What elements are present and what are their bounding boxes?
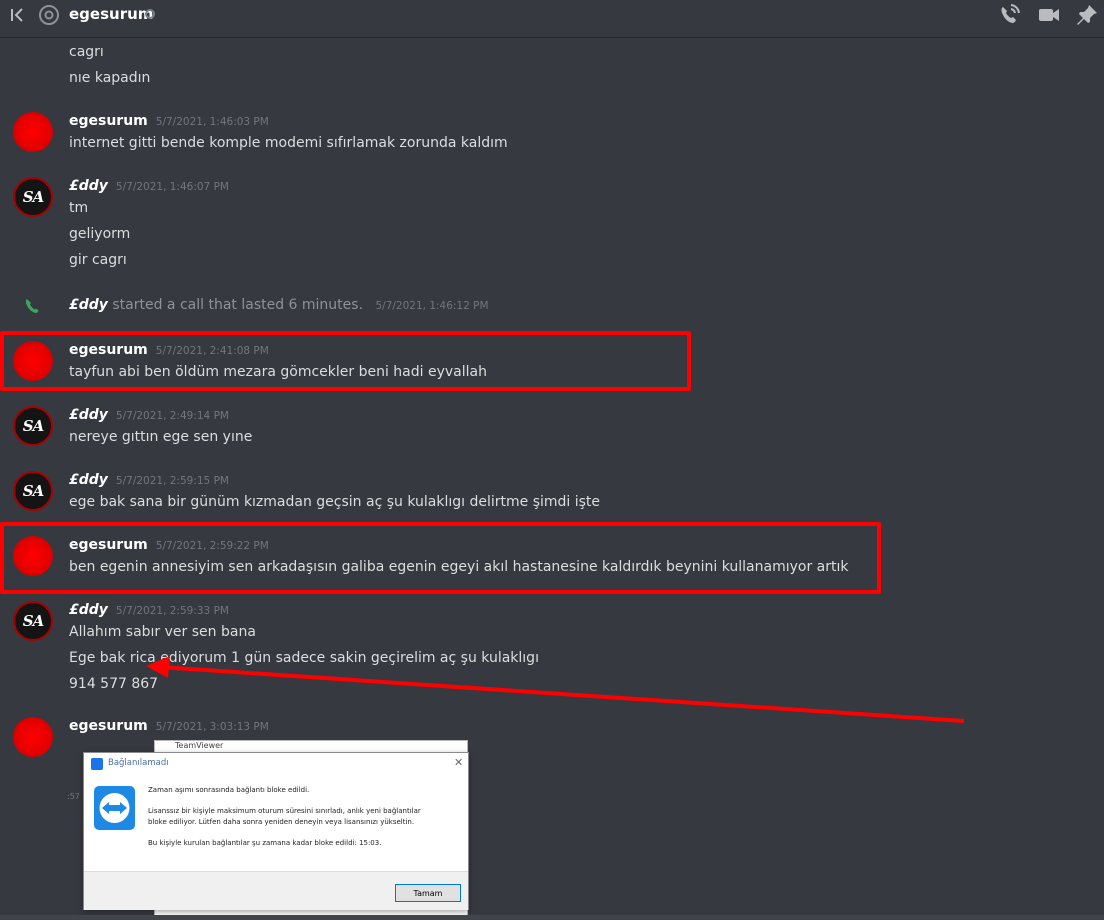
message-text: gir cagrı	[69, 252, 127, 268]
ok-button[interactable]: Tamam	[395, 884, 461, 902]
pin-icon[interactable]	[1075, 3, 1099, 27]
message-author[interactable]: £ddy 5/7/2021, 1:46:07 PM	[69, 178, 229, 194]
dialog-message: Lisanssız bir kişiyle maksimum oturum sü…	[148, 807, 421, 815]
at-icon	[39, 5, 59, 25]
message-author[interactable]: £ddy 5/7/2021, 2:59:33 PM	[69, 602, 229, 618]
message-input-edge	[0, 915, 1104, 920]
message-text: nıe kapadın	[69, 70, 151, 86]
teamviewer-title: TeamViewer	[175, 741, 224, 750]
dialog-message: Bu kişiyle kurulan bağlantılar şu zamana…	[148, 839, 382, 847]
video-call-icon[interactable]	[1037, 3, 1061, 27]
channel-header: egesurum	[0, 0, 1104, 38]
message-timestamp: 5/7/2021, 1:46:03 PM	[155, 116, 269, 128]
hover-timestamp: :57	[67, 792, 80, 801]
avatar[interactable]: SA	[13, 177, 53, 217]
voice-call-icon[interactable]	[997, 3, 1021, 27]
message-author[interactable]: £ddy 5/7/2021, 2:49:14 PM	[69, 407, 229, 423]
message-timestamp: 5/7/2021, 2:49:14 PM	[115, 410, 229, 422]
highlight-box	[0, 331, 691, 391]
avatar[interactable]: SA	[13, 471, 53, 511]
avatar[interactable]: SA	[13, 601, 53, 641]
message-text: 914 577 867	[69, 676, 159, 692]
message-author[interactable]: £ddy 5/7/2021, 2:59:15 PM	[69, 472, 229, 488]
message-text: Allahım sabır ver sen bana	[69, 624, 256, 640]
message-timestamp: 5/7/2021, 1:46:07 PM	[115, 181, 229, 193]
message-text: cagrı	[69, 44, 104, 60]
message-text: ege bak sana bir günüm kızmadan geçsin a…	[69, 494, 601, 510]
message-timestamp: 5/7/2021, 2:59:15 PM	[115, 475, 229, 487]
channel-title: egesurum	[69, 5, 154, 23]
dialog-title: Bağlanılamadı	[108, 758, 169, 768]
status-offline-icon	[145, 9, 155, 19]
highlight-box	[0, 522, 881, 594]
teamviewer-icon	[91, 758, 103, 770]
call-text: started a call that lasted 6 minutes.	[112, 297, 364, 313]
collapse-sidebar-icon[interactable]	[9, 6, 27, 24]
call-icon	[25, 299, 39, 313]
message-text: nereye gıttın ege sen yıne	[69, 429, 253, 445]
message-text: internet gitti bende komple modemi sıfır…	[69, 135, 508, 151]
avatar[interactable]	[13, 112, 53, 152]
call-event: £ddy started a call that lasted 6 minute…	[69, 297, 489, 313]
message-text: Ege bak rica ediyorum 1 gün sadece sakin…	[69, 650, 539, 666]
dialog-message: bloke ediliyor. Lütfen daha sonra yenide…	[148, 818, 415, 826]
message-timestamp: 5/7/2021, 3:03:13 PM	[155, 721, 269, 733]
message-author[interactable]: egesurum 5/7/2021, 1:46:03 PM	[69, 113, 269, 129]
avatar[interactable]: SA	[13, 406, 53, 446]
message-timestamp: 5/7/2021, 1:46:12 PM	[375, 300, 489, 312]
message-timestamp: 5/7/2021, 2:59:33 PM	[115, 605, 229, 617]
close-icon[interactable]: ✕	[454, 756, 463, 769]
dialog-message: Zaman aşımı sonrasında bağlantı bloke ed…	[148, 786, 310, 794]
teamviewer-logo-icon	[94, 786, 135, 830]
avatar[interactable]	[13, 717, 53, 757]
message-text: geliyorm	[69, 226, 131, 242]
connection-failed-dialog: Bağlanılamadı ✕ Zaman aşımı sonrasında b…	[83, 752, 469, 910]
call-author[interactable]: £ddy	[69, 297, 108, 313]
message-text: tm	[69, 200, 89, 216]
message-author[interactable]: egesurum 5/7/2021, 3:03:13 PM	[69, 718, 269, 734]
